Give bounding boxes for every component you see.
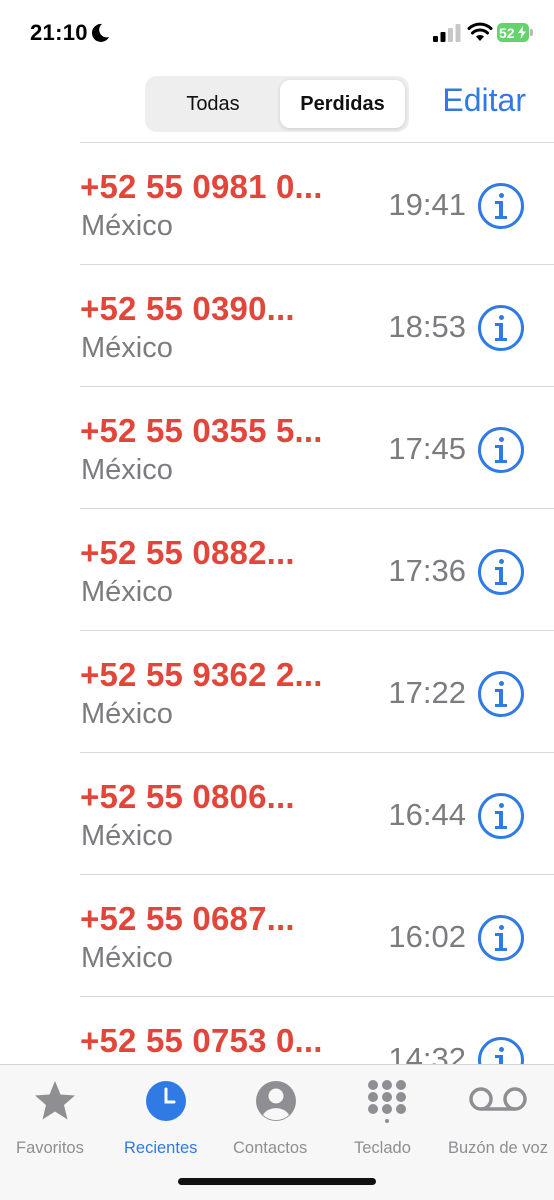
- info-icon[interactable]: [478, 549, 524, 595]
- battery-indicator: 52: [497, 23, 533, 42]
- row-divider: [80, 752, 554, 753]
- call-time: 18:53: [388, 309, 466, 344]
- edit-button[interactable]: Editar: [442, 82, 526, 119]
- call-row[interactable]: +52 55 0882... México 17:36: [0, 508, 554, 630]
- tab-label: Buzón de voz: [448, 1139, 548, 1157]
- moon-icon: [91, 23, 109, 42]
- status-bar: 21:10 52: [0, 0, 554, 70]
- battery-level: 52: [499, 24, 515, 41]
- info-icon[interactable]: [478, 915, 524, 961]
- row-divider: [80, 142, 554, 143]
- clock-icon: [146, 1081, 186, 1121]
- call-time: 17:22: [388, 675, 466, 710]
- info-icon[interactable]: [478, 671, 524, 717]
- call-number: +52 55 0806...: [80, 778, 295, 815]
- tab-buzon-de-voz[interactable]: Buzón de voz: [446, 1075, 552, 1165]
- info-icon[interactable]: [478, 1037, 524, 1064]
- call-location: México: [81, 332, 173, 364]
- call-time: 17:45: [388, 431, 466, 466]
- wifi-icon: [467, 22, 493, 41]
- voicemail-icon: [469, 1087, 527, 1111]
- charging-bolt-icon: [518, 26, 526, 39]
- call-row[interactable]: +52 55 0806... México 16:44: [0, 752, 554, 874]
- call-number: +52 55 0687...: [80, 900, 295, 937]
- call-location: México: [81, 576, 173, 608]
- row-divider: [80, 508, 554, 509]
- tab-label: Teclado: [354, 1139, 411, 1157]
- call-time: 17:36: [388, 553, 466, 588]
- call-time: 16:02: [388, 919, 466, 954]
- battery-tip: [530, 29, 533, 36]
- call-location: México: [81, 454, 173, 486]
- row-divider: [80, 874, 554, 875]
- call-time: 14:32: [388, 1041, 466, 1064]
- row-divider: [80, 264, 554, 265]
- status-time: 21:10: [30, 20, 88, 45]
- call-location: México: [81, 820, 173, 852]
- call-row[interactable]: +52 55 9362 2... México 17:22: [0, 630, 554, 752]
- row-divider: [80, 386, 554, 387]
- info-icon[interactable]: [478, 183, 524, 229]
- keypad-icon: [368, 1080, 406, 1123]
- segment-todas[interactable]: Todas: [149, 80, 277, 128]
- calls-filter-segmented-control: Todas Perdidas: [145, 76, 409, 132]
- star-icon: [35, 1081, 75, 1120]
- call-time: 19:41: [388, 187, 466, 222]
- tab-favoritos[interactable]: Favoritos: [14, 1075, 96, 1165]
- call-location: México: [81, 210, 173, 242]
- call-row[interactable]: +52 55 0981 0... México 19:41: [0, 142, 554, 264]
- call-row[interactable]: +52 55 0687... México 16:02: [0, 874, 554, 996]
- tab-contactos[interactable]: Contactos: [231, 1075, 323, 1165]
- tab-label: Favoritos: [16, 1139, 84, 1157]
- tab-label: Contactos: [233, 1139, 308, 1157]
- call-number: +52 55 0981 0...: [80, 168, 323, 205]
- tab-recientes[interactable]: Recientes: [122, 1075, 212, 1165]
- home-indicator[interactable]: [178, 1178, 376, 1185]
- row-divider: [80, 996, 554, 997]
- call-row[interactable]: +52 55 0390... México 18:53: [0, 264, 554, 386]
- call-row[interactable]: +52 55 0355 5... México 17:45: [0, 386, 554, 508]
- segment-perdidas[interactable]: Perdidas: [280, 80, 405, 128]
- tab-label: Recientes: [124, 1139, 198, 1157]
- call-location: México: [81, 698, 173, 730]
- info-icon[interactable]: [478, 793, 524, 839]
- call-number: +52 55 0355 5...: [80, 412, 323, 449]
- info-icon[interactable]: [478, 305, 524, 351]
- tab-teclado[interactable]: Teclado: [352, 1075, 424, 1165]
- row-divider: [80, 630, 554, 631]
- call-number: +52 55 9362 2...: [80, 656, 323, 693]
- call-number: +52 55 0882...: [80, 534, 295, 571]
- call-location: México: [81, 942, 173, 974]
- person-circle-icon: [256, 1081, 296, 1121]
- recent-calls-list[interactable]: +52 55 0981 0... México 19:41 +52 55 039…: [0, 142, 554, 1064]
- call-row[interactable]: +52 55 0753 0... 14:32: [0, 996, 554, 1064]
- call-number: +52 55 0753 0...: [80, 1022, 323, 1059]
- call-time: 16:44: [388, 797, 466, 832]
- cellular-signal-icon: [433, 24, 461, 42]
- info-icon[interactable]: [478, 427, 524, 473]
- call-number: +52 55 0390...: [80, 290, 295, 327]
